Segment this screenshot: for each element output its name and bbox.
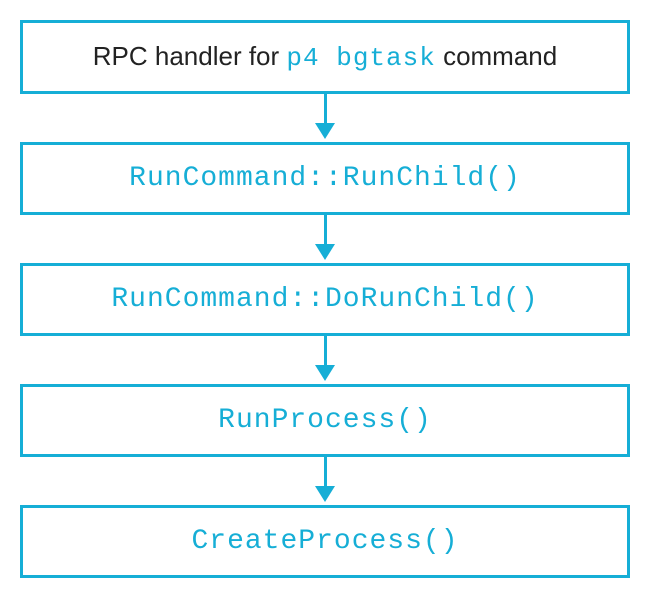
box-runchild: RunCommand::RunChild() bbox=[20, 142, 630, 215]
box-createprocess: CreateProcess() bbox=[20, 505, 630, 578]
arrow-down-icon bbox=[315, 94, 335, 142]
box-text-prefix: RPC handler for bbox=[93, 41, 287, 71]
code-p4-bgtask: p4 bgtask bbox=[286, 43, 435, 73]
box-dorunchild: RunCommand::DoRunChild() bbox=[20, 263, 630, 336]
arrow-down-icon bbox=[315, 215, 335, 263]
arrow-down-icon bbox=[315, 336, 335, 384]
box-rpc-handler: RPC handler for p4 bgtask command bbox=[20, 20, 630, 94]
box-text-suffix: command bbox=[436, 41, 557, 71]
arrow-down-icon bbox=[315, 457, 335, 505]
box-runprocess: RunProcess() bbox=[20, 384, 630, 457]
flowchart: RPC handler for p4 bgtask command RunCom… bbox=[20, 20, 630, 578]
